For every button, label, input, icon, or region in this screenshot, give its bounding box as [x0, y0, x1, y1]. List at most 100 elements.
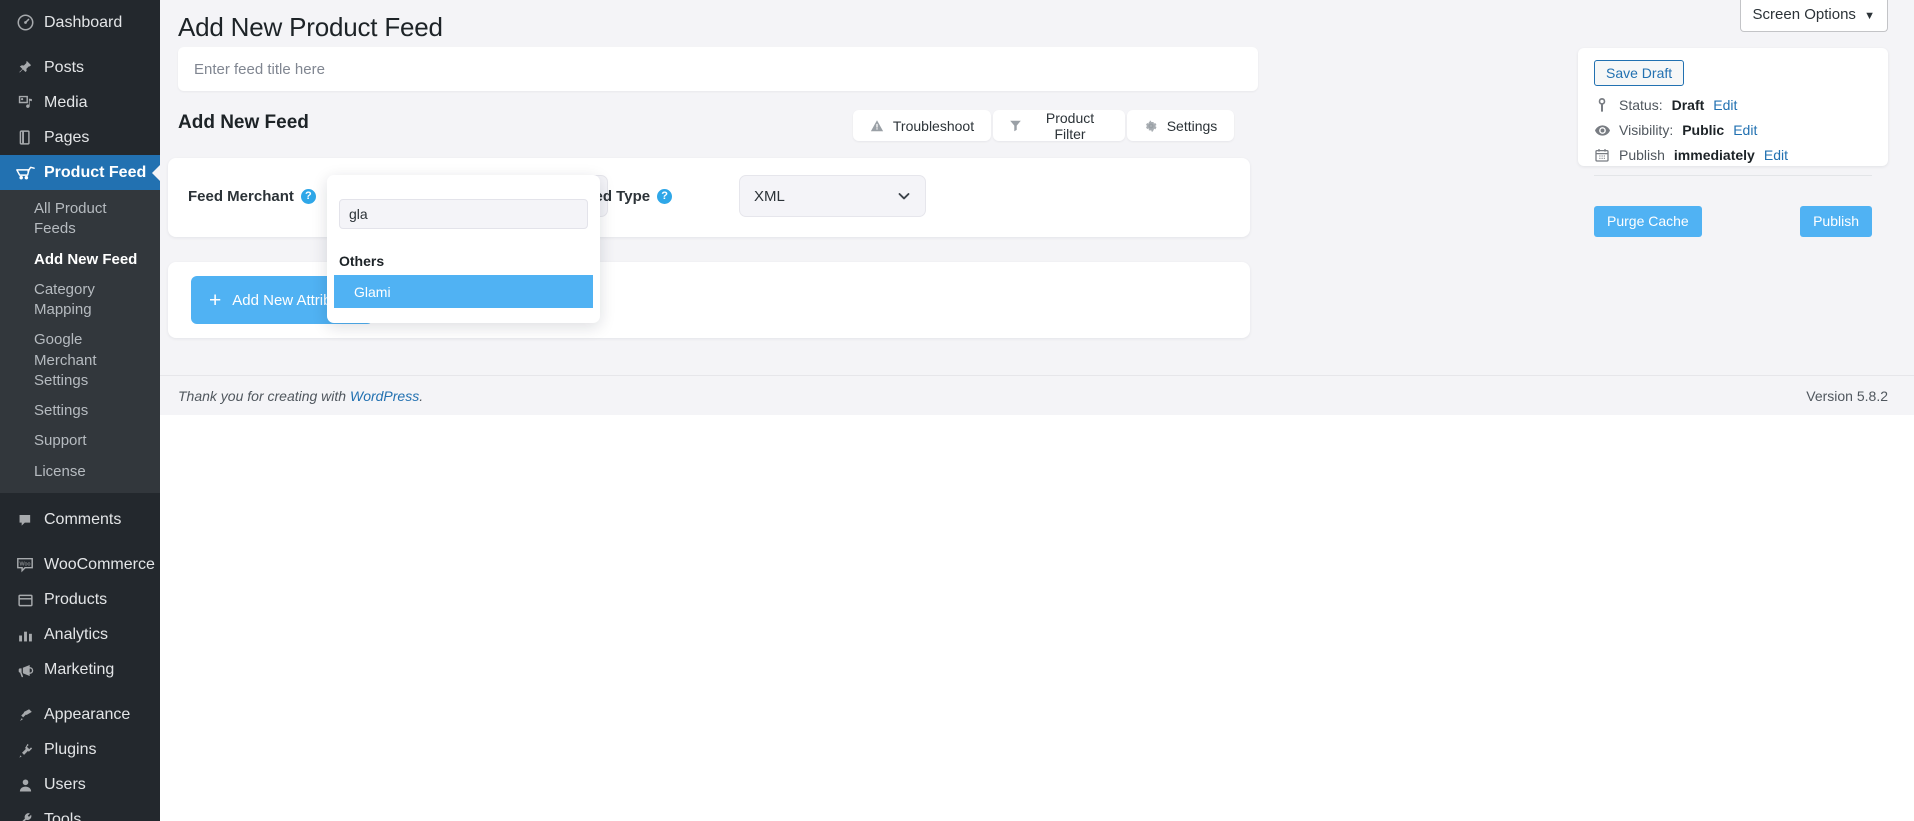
- sidebar-item-users[interactable]: Users: [0, 768, 160, 803]
- troubleshoot-button[interactable]: Troubleshoot: [853, 110, 991, 141]
- product-filter-label: Product Filter: [1045, 109, 1095, 142]
- screen-options-toggle[interactable]: Screen Options ▼: [1739, 0, 1888, 32]
- submenu-item-category-mapping[interactable]: Category Mapping: [0, 275, 160, 326]
- sidebar-item-marketing[interactable]: Marketing: [0, 653, 160, 688]
- footer-version: Version 5.8.2: [1806, 387, 1888, 404]
- visibility-row: Visibility: Public Edit: [1594, 122, 1872, 138]
- gear-icon: [1144, 119, 1158, 133]
- feed-merchant-label: Feed Merchant ?: [188, 188, 316, 205]
- sidebar-item-label: Pages: [44, 128, 90, 146]
- panel-divider: [1594, 175, 1872, 176]
- visibility-edit-link[interactable]: Edit: [1733, 122, 1757, 138]
- wrench-icon: [12, 810, 38, 821]
- admin-footer: Thank you for creating with WordPress. V…: [160, 375, 1914, 415]
- pin-icon: [12, 58, 38, 78]
- feed-title-input[interactable]: [178, 47, 1258, 91]
- plus-icon: +: [209, 288, 222, 312]
- media-icon: [12, 93, 38, 113]
- publish-actions: Purge Cache Publish: [1594, 206, 1872, 238]
- merchant-search-input[interactable]: [339, 199, 588, 229]
- visibility-value: Public: [1682, 122, 1725, 138]
- footer-credit-prefix: Thank you for creating with: [178, 387, 350, 404]
- publish-prefix: Publish: [1619, 147, 1665, 163]
- page-icon: [12, 128, 38, 148]
- question-mark-icon[interactable]: ?: [300, 189, 316, 204]
- status-value: Draft: [1671, 97, 1705, 113]
- sidebar-item-label: Marketing: [44, 661, 115, 679]
- sidebar-item-comments[interactable]: Comments: [0, 503, 160, 538]
- sidebar-item-products[interactable]: Products: [0, 583, 160, 618]
- sidebar-item-plugins[interactable]: Plugins: [0, 733, 160, 768]
- sidebar-item-label: Media: [44, 93, 88, 111]
- status-edit-link[interactable]: Edit: [1713, 97, 1737, 113]
- submenu-item-license[interactable]: License: [0, 457, 160, 487]
- analytics-icon: [12, 625, 38, 645]
- merchant-option-glami[interactable]: Glami: [334, 275, 593, 308]
- feed-title-field-wrapper: [178, 47, 1258, 91]
- megaphone-icon: [12, 660, 38, 680]
- sidebar-item-tools[interactable]: Tools: [0, 803, 160, 821]
- warning-triangle-icon: [870, 119, 884, 133]
- merchant-option-label: Glami: [354, 283, 391, 300]
- sidebar-item-label: Dashboard: [44, 13, 123, 31]
- sidebar-item-product-feed[interactable]: Product Feed: [0, 155, 160, 190]
- submenu-item-support[interactable]: Support: [0, 426, 160, 456]
- submenu-item-google-merchant-settings[interactable]: Google Merchant Settings: [0, 325, 160, 396]
- wordpress-link[interactable]: WordPress: [350, 388, 419, 404]
- sidebar-item-label: Appearance: [44, 706, 131, 724]
- sidebar-item-appearance[interactable]: Appearance: [0, 698, 160, 733]
- save-draft-button[interactable]: Save Draft: [1594, 60, 1685, 86]
- sidebar-item-label: Analytics: [44, 626, 109, 644]
- submenu-item-add-new-feed[interactable]: Add New Feed: [0, 245, 160, 275]
- feed-type-selected-value: XML: [754, 187, 785, 205]
- status-prefix: Status:: [1619, 97, 1663, 113]
- sidebar-item-dashboard[interactable]: Dashboard: [0, 5, 160, 40]
- question-mark-icon[interactable]: ?: [657, 189, 673, 204]
- main-content: Screen Options ▼ Add New Product Feed Ad…: [160, 0, 1914, 821]
- plug-icon: [12, 740, 38, 760]
- pin-marker-icon: [1594, 98, 1610, 112]
- woocommerce-icon: Woo: [12, 555, 38, 575]
- screen-options-label: Screen Options: [1752, 6, 1856, 23]
- sidebar-item-label: Product Feed: [44, 163, 147, 181]
- sidebar-item-analytics[interactable]: Analytics: [0, 618, 160, 653]
- product-filter-button[interactable]: Product Filter: [993, 109, 1125, 142]
- sidebar-item-woocommerce[interactable]: Woo WooCommerce: [0, 548, 160, 583]
- comment-icon: [12, 510, 38, 530]
- submenu-item-settings[interactable]: Settings: [0, 396, 160, 426]
- footer-credit: Thank you for creating with WordPress.: [178, 388, 423, 404]
- chevron-down-icon: [896, 188, 912, 204]
- settings-button[interactable]: Settings: [1127, 110, 1234, 141]
- troubleshoot-label: Troubleshoot: [892, 117, 975, 134]
- sidebar-item-pages[interactable]: Pages: [0, 120, 160, 155]
- user-icon: [12, 775, 38, 795]
- publish-panel: Save Draft Status: Draft Edit Visibility…: [1578, 48, 1888, 237]
- visibility-prefix: Visibility:: [1619, 122, 1674, 138]
- publish-edit-link[interactable]: Edit: [1764, 147, 1788, 163]
- feed-merchant-dropdown-panel: Others Glami: [327, 175, 600, 323]
- feed-type-select[interactable]: XML: [739, 175, 926, 217]
- eye-icon: [1594, 124, 1610, 136]
- sidebar-item-media[interactable]: Media: [0, 85, 160, 120]
- sidebar-item-label: Plugins: [44, 741, 97, 759]
- footer-credit-suffix: .: [419, 387, 424, 404]
- purge-cache-button[interactable]: Purge Cache: [1594, 206, 1702, 237]
- svg-text:Woo: Woo: [20, 562, 31, 568]
- publish-button[interactable]: Publish: [1800, 206, 1872, 237]
- sidebar-item-label: Tools: [44, 811, 82, 821]
- merchant-group-label: Others: [339, 253, 385, 269]
- sidebar-item-label: Users: [44, 776, 86, 794]
- content-background-bottom: [160, 415, 1914, 821]
- sidebar-item-posts[interactable]: Posts: [0, 50, 160, 85]
- paintbrush-icon: [12, 705, 38, 725]
- page-title: Add New Product Feed: [178, 12, 443, 42]
- status-row: Status: Draft Edit: [1594, 97, 1872, 113]
- sidebar-item-label: Products: [44, 591, 108, 609]
- settings-label: Settings: [1166, 117, 1218, 134]
- calendar-icon: [1594, 148, 1610, 162]
- chevron-down-icon: ▼: [1864, 10, 1875, 22]
- product-feed-icon: [12, 163, 38, 183]
- submenu-item-all-product-feeds[interactable]: All Product Feeds: [0, 194, 160, 245]
- publish-value: immediately: [1673, 147, 1755, 163]
- sidebar-item-label: WooCommerce: [44, 556, 155, 574]
